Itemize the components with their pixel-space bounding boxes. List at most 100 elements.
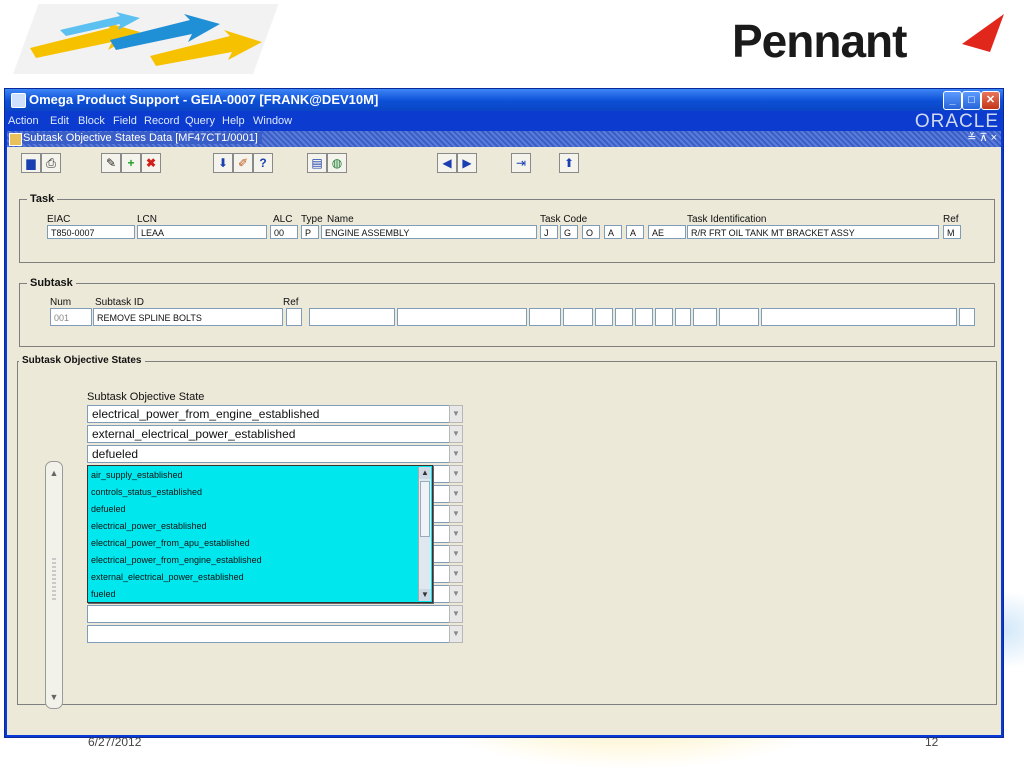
dropdown-icon[interactable]: ▼ xyxy=(449,585,463,603)
print-icon[interactable]: ⎙ xyxy=(41,153,61,173)
form-content: ▆ ⎙ ✎ + ✖ ⬇ ✐ ? ▤ ◍ ◀ ▶ ⇥ ⬆ Task EIAC LC… xyxy=(7,147,1001,735)
help-icon[interactable]: ? xyxy=(253,153,273,173)
subtask-extra-field[interactable] xyxy=(719,308,759,326)
objective-state-row[interactable]: external_electrical_power_established xyxy=(87,425,463,443)
scroll-thumb[interactable] xyxy=(420,481,430,537)
type-label: Type xyxy=(301,214,323,225)
list-item[interactable]: electrical_power_from_apu_established xyxy=(91,538,250,548)
objective-state-row[interactable]: electrical_power_from_engine_established xyxy=(87,405,463,423)
subtask-id-label: Subtask ID xyxy=(95,297,144,308)
dropdown-icon[interactable]: ▼ xyxy=(449,565,463,583)
menu-item-edit[interactable]: Edit xyxy=(50,115,69,127)
menu-item-window[interactable]: Window xyxy=(253,115,292,127)
slide-date: 6/27/2012 xyxy=(88,735,142,749)
subtask-extra-field[interactable] xyxy=(635,308,653,326)
close-icon[interactable]: ✕ xyxy=(981,91,1000,110)
subtask-extra-field[interactable] xyxy=(563,308,593,326)
scroll-up-icon[interactable]: ▲ xyxy=(46,466,62,480)
form-view-icon[interactable]: ▤ xyxy=(307,153,327,173)
exit-icon[interactable]: ⇥ xyxy=(511,153,531,173)
menu-item-block[interactable]: Block xyxy=(78,115,105,127)
subtask-extra-field[interactable] xyxy=(761,308,957,326)
subtask-extra-field[interactable] xyxy=(595,308,613,326)
menu-item-record[interactable]: Record xyxy=(144,115,179,127)
up-icon[interactable]: ⬆ xyxy=(559,153,579,173)
subtask-id-field[interactable]: REMOVE SPLINE BOLTS xyxy=(93,308,283,326)
objective-state-dropdown-list[interactable]: air_supply_established controls_status_e… xyxy=(87,465,433,603)
oracle-logo: ORACLE xyxy=(914,111,999,132)
dropdown-icon[interactable]: ▼ xyxy=(449,425,463,443)
dropdown-icon[interactable]: ▼ xyxy=(449,505,463,523)
subtask-extra-field[interactable] xyxy=(529,308,561,326)
objective-state-row[interactable]: defueled xyxy=(87,445,463,463)
dropdown-icon[interactable]: ▼ xyxy=(449,445,463,463)
subtask-extra-field[interactable] xyxy=(693,308,717,326)
maximize-icon[interactable]: □ xyxy=(962,91,981,110)
objective-states-group-title: Subtask Objective States xyxy=(19,355,145,366)
type-field[interactable]: P xyxy=(301,225,319,239)
subtask-group-title: Subtask xyxy=(27,277,76,289)
objective-state-row[interactable] xyxy=(87,625,463,643)
task-code-field[interactable]: A xyxy=(626,225,644,239)
subtask-extra-field[interactable] xyxy=(655,308,673,326)
objective-state-column-label: Subtask Objective State xyxy=(87,391,205,403)
subtask-extra-field[interactable] xyxy=(309,308,395,326)
objective-state-row[interactable] xyxy=(87,605,463,623)
lcn-field[interactable]: LEAA xyxy=(137,225,267,239)
records-scrollbar[interactable]: ▲ ▼ xyxy=(45,461,63,709)
save-icon[interactable]: ▆ xyxy=(21,153,41,173)
list-scrollbar[interactable]: ▲ ▼ xyxy=(418,467,431,601)
list-item[interactable]: electrical_power_from_engine_established xyxy=(91,555,262,565)
subtask-extra-field[interactable] xyxy=(615,308,633,326)
task-code-field[interactable]: J xyxy=(540,225,558,239)
subtask-extra-field[interactable] xyxy=(397,308,527,326)
scroll-grip[interactable] xyxy=(52,558,56,602)
menu-item-field[interactable]: Field xyxy=(113,115,137,127)
task-identification-field[interactable]: R/R FRT OIL TANK MT BRACKET ASSY xyxy=(687,225,939,239)
task-code-field[interactable]: O xyxy=(582,225,600,239)
dropdown-icon[interactable]: ▼ xyxy=(449,545,463,563)
alc-field[interactable]: 00 xyxy=(270,225,298,239)
globe-icon[interactable]: ◍ xyxy=(327,153,347,173)
dropdown-icon[interactable]: ▼ xyxy=(449,625,463,643)
download-icon[interactable]: ⬇ xyxy=(213,153,233,173)
dropdown-icon[interactable]: ▼ xyxy=(449,485,463,503)
task-code-field[interactable]: AE xyxy=(648,225,686,239)
subtask-num-field[interactable]: 001 xyxy=(50,308,92,326)
name-label: Name xyxy=(327,214,354,225)
list-item[interactable]: air_supply_established xyxy=(91,470,183,480)
title-bar[interactable]: Omega Product Support - GEIA-0007 [FRANK… xyxy=(5,89,1003,111)
list-item[interactable]: electrical_power_established xyxy=(91,521,207,531)
form-icon xyxy=(9,133,22,146)
list-item[interactable]: defueled xyxy=(91,504,126,514)
list-item[interactable]: controls_status_established xyxy=(91,487,202,497)
add-icon[interactable]: + xyxy=(121,153,141,173)
menu-item-query[interactable]: Query xyxy=(185,115,215,127)
task-name-field[interactable]: ENGINE ASSEMBLY xyxy=(321,225,537,239)
subtask-ref-field[interactable] xyxy=(286,308,302,326)
list-item[interactable]: external_electrical_power_established xyxy=(91,572,244,582)
next-icon[interactable]: ▶ xyxy=(457,153,477,173)
dropdown-icon[interactable]: ▼ xyxy=(449,465,463,483)
eiac-field[interactable]: T850-0007 xyxy=(47,225,135,239)
dropdown-icon[interactable]: ▼ xyxy=(449,405,463,423)
list-item[interactable]: fueled xyxy=(91,589,116,599)
subtask-extra-field[interactable] xyxy=(675,308,691,326)
prev-icon[interactable]: ◀ xyxy=(437,153,457,173)
dropdown-icon[interactable]: ▼ xyxy=(449,605,463,623)
menu-item-help[interactable]: Help xyxy=(222,115,245,127)
pencil-icon[interactable]: ✐ xyxy=(233,153,253,173)
scroll-up-icon[interactable]: ▲ xyxy=(419,467,431,479)
delete-icon[interactable]: ✖ xyxy=(141,153,161,173)
scroll-down-icon[interactable]: ▼ xyxy=(46,690,62,704)
dropdown-icon[interactable]: ▼ xyxy=(449,525,463,543)
form-window-controls[interactable]: ≚ ⊼ × xyxy=(967,131,997,144)
minimize-icon[interactable]: _ xyxy=(943,91,962,110)
task-ref-field[interactable]: M xyxy=(943,225,961,239)
task-code-field[interactable]: A xyxy=(604,225,622,239)
subtask-extra-field[interactable] xyxy=(959,308,975,326)
task-code-field[interactable]: G xyxy=(560,225,578,239)
menu-item-action[interactable]: Action xyxy=(8,115,39,127)
scroll-down-icon[interactable]: ▼ xyxy=(419,589,431,601)
edit-icon[interactable]: ✎ xyxy=(101,153,121,173)
